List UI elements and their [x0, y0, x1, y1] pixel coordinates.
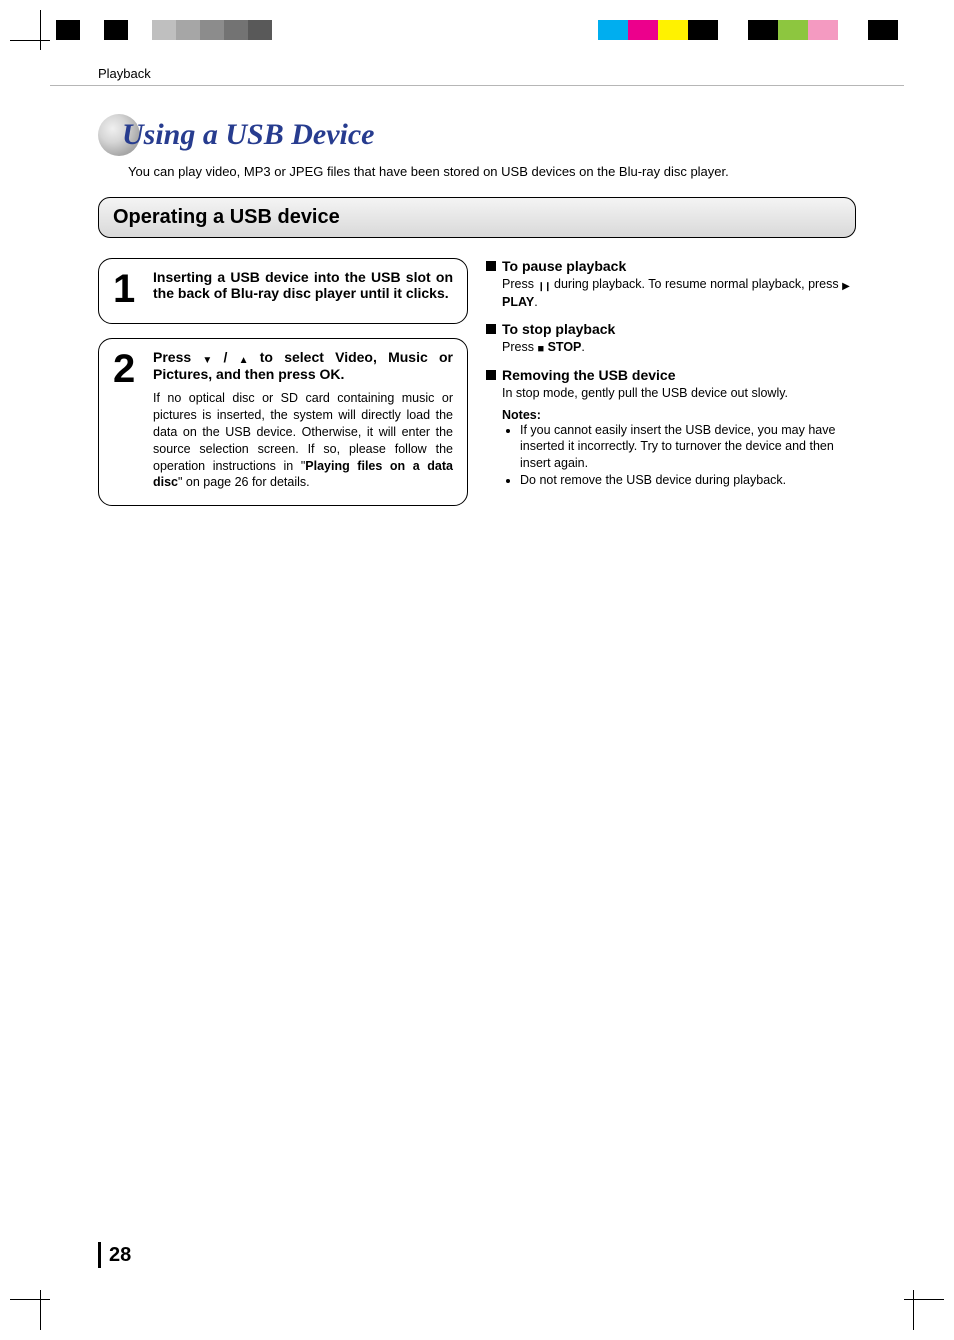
info-body: In stop mode, gently pull the USB device…	[502, 385, 856, 402]
step-number: 1	[113, 269, 143, 309]
notes-title: Notes:	[502, 408, 856, 422]
print-registration-bar	[0, 20, 954, 40]
page-number: 28	[98, 1242, 131, 1268]
page-content: Playback Using a USB Device You can play…	[50, 50, 904, 1290]
play-icon	[842, 277, 850, 294]
crop-mark	[10, 10, 50, 50]
note-item: If you cannot easily insert the USB devi…	[520, 422, 856, 473]
divider	[50, 85, 904, 86]
page-number-bar-icon	[98, 1242, 101, 1268]
subheading: Operating a USB device	[113, 206, 841, 229]
up-arrow-icon	[239, 350, 249, 366]
notes-list: If you cannot easily insert the USB devi…	[520, 422, 856, 490]
square-bullet-icon	[486, 370, 496, 380]
right-column: To pause playback Press during playback.…	[486, 258, 856, 520]
info-body: Press during playback. To resume normal …	[502, 276, 856, 311]
heading-text: Using a USB Device	[122, 118, 374, 152]
remove-block: Removing the USB device In stop mode, ge…	[486, 367, 856, 489]
stop-icon	[537, 340, 544, 357]
step-title: Press / to select Video, Music or Pictur…	[153, 349, 453, 382]
note-item: Do not remove the USB device during play…	[520, 472, 856, 489]
info-body: Press STOP.	[502, 339, 856, 357]
step-title: Inserting a USB device into the USB slot…	[153, 269, 453, 301]
left-column: 1 Inserting a USB device into the USB sl…	[98, 258, 468, 520]
step-1: 1 Inserting a USB device into the USB sl…	[98, 258, 468, 324]
step-body: If no optical disc or SD card containing…	[153, 390, 453, 491]
intro-text: You can play video, MP3 or JPEG files th…	[128, 164, 904, 179]
crop-mark	[10, 1290, 50, 1330]
square-bullet-icon	[486, 261, 496, 271]
crop-mark	[904, 1290, 944, 1330]
page-number-text: 28	[109, 1244, 131, 1267]
section-label: Playback	[98, 66, 904, 81]
info-title: Removing the USB device	[502, 367, 676, 383]
subheading-box: Operating a USB device	[98, 197, 856, 238]
step-number: 2	[113, 349, 143, 389]
stop-block: To stop playback Press STOP.	[486, 321, 856, 357]
square-bullet-icon	[486, 324, 496, 334]
info-title: To pause playback	[502, 258, 626, 274]
step-2: 2 Press / to select Video, Music or Pict…	[98, 338, 468, 506]
pause-icon	[537, 277, 550, 294]
content-columns: 1 Inserting a USB device into the USB sl…	[98, 258, 856, 520]
info-title: To stop playback	[502, 321, 615, 337]
down-arrow-icon	[202, 350, 212, 366]
pause-block: To pause playback Press during playback.…	[486, 258, 856, 311]
page-heading: Using a USB Device	[98, 114, 904, 156]
